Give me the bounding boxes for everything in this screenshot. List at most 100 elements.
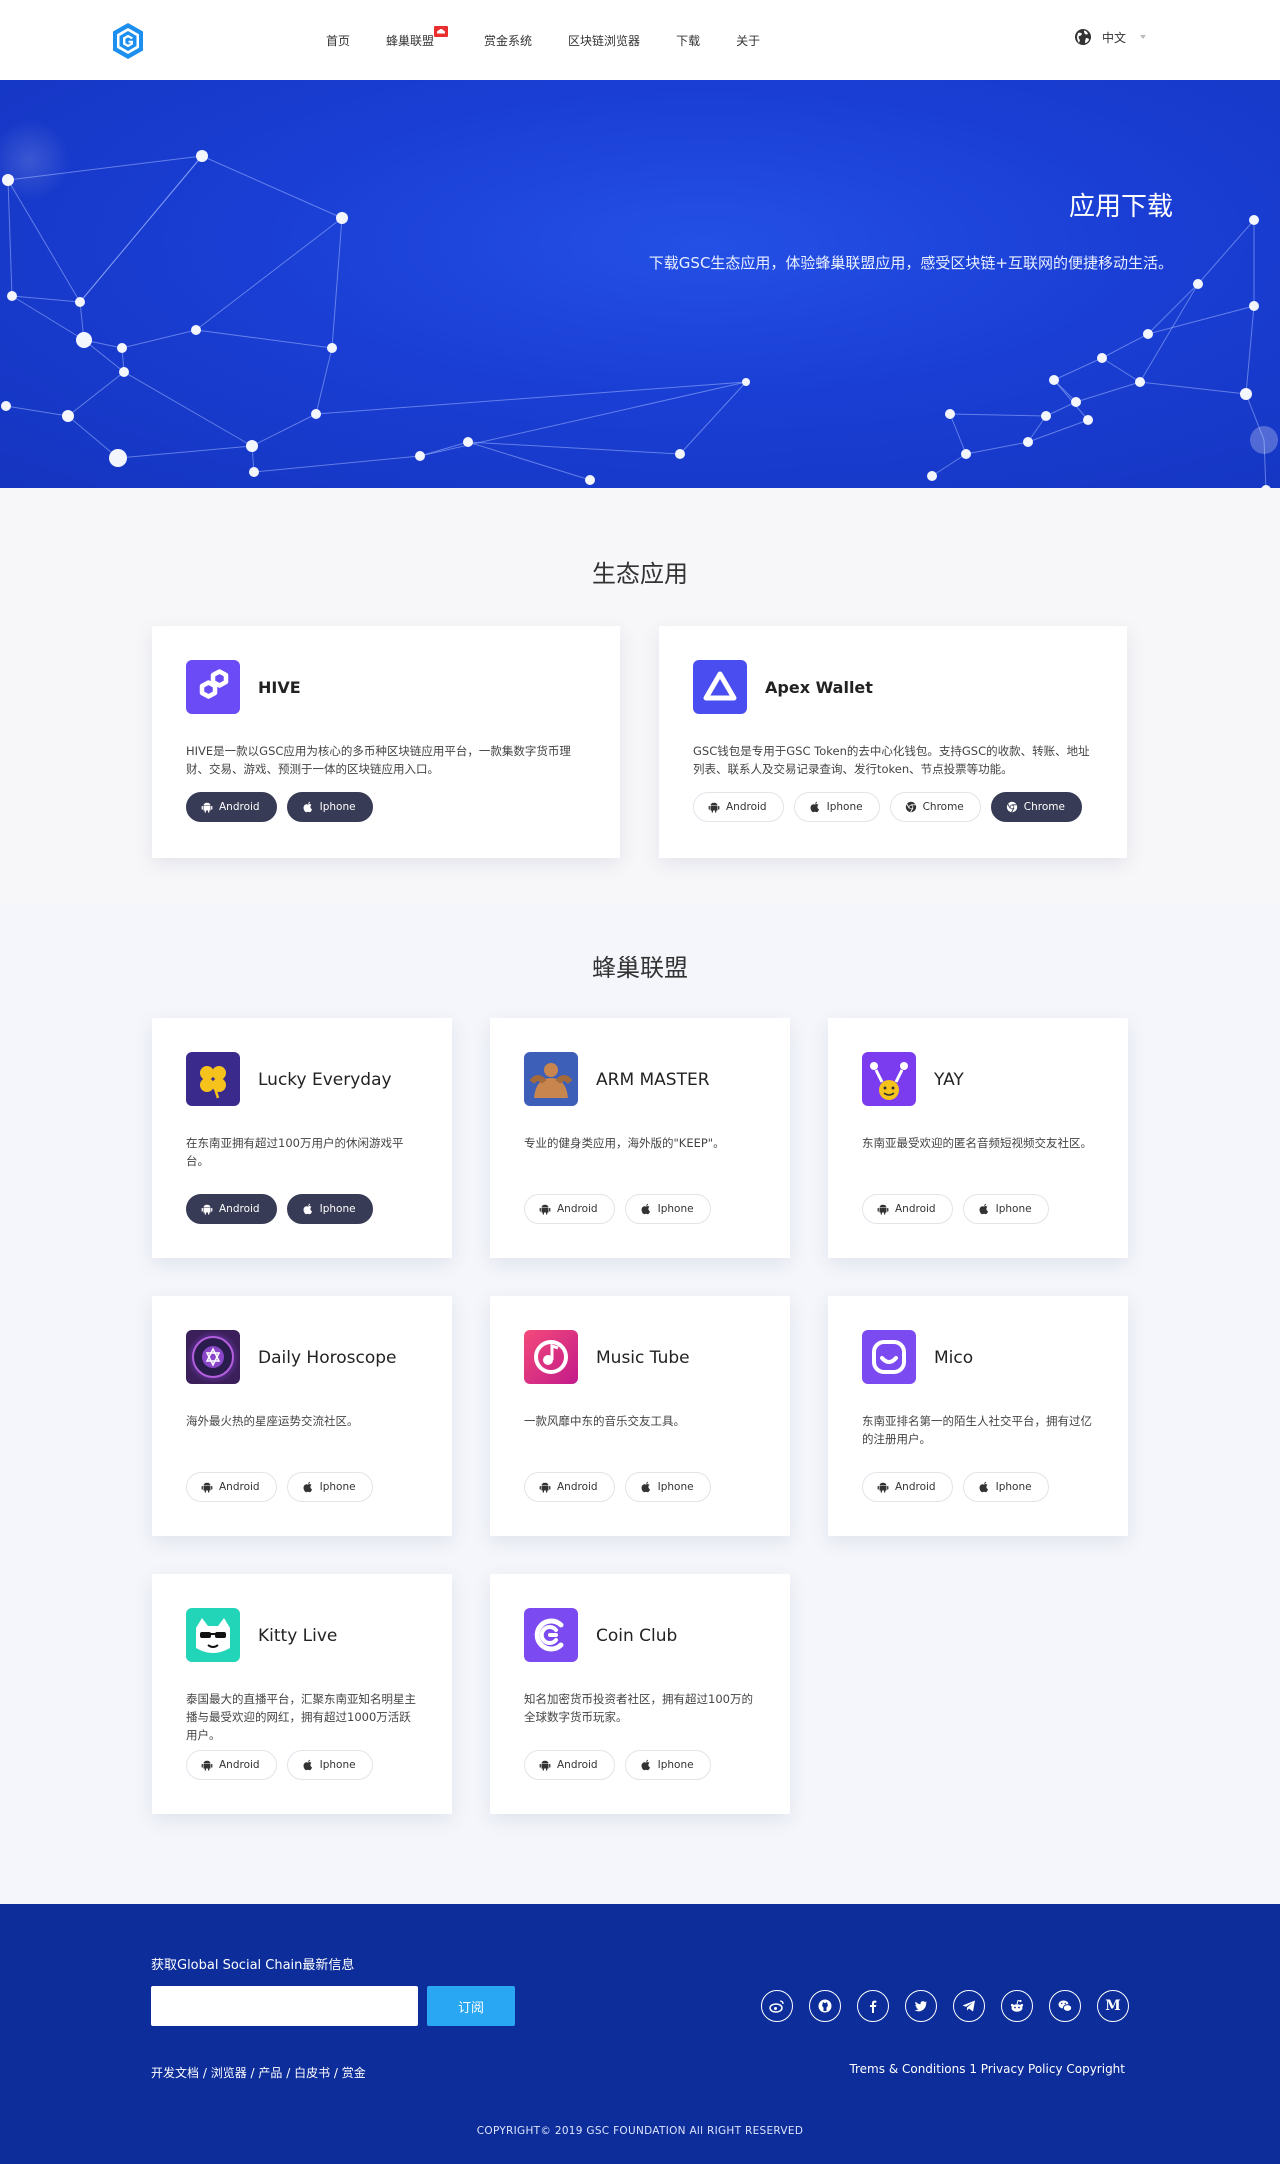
- reddit-icon[interactable]: [1001, 1990, 1033, 2022]
- btn-label: Iphone: [319, 801, 356, 813]
- download-buttons: Android Iphone: [862, 1472, 1059, 1502]
- page: 首页 蜂巢联盟 赏金系统 区块链浏览器 下载 关于 中文 应用下载 下载GSC生…: [0, 0, 1280, 2164]
- app-card-arm-master: ARM MASTER 专业的健身类应用，海外版的"KEEP"。 Android Iph…: [490, 1018, 790, 1258]
- network-node: [119, 367, 129, 377]
- email-subscribe-input[interactable]: [151, 1986, 418, 2026]
- glow-blob: [0, 120, 70, 200]
- link-bounty[interactable]: 赏金: [342, 2066, 366, 2080]
- clover-icon: [186, 1052, 240, 1106]
- chrome-download-button-active[interactable]: Chrome: [990, 792, 1082, 822]
- app-name: Lucky Everyday: [258, 1070, 392, 1090]
- app-card-coin-club: Coin Club 知名加密货币投资者社区，拥有超过100万的全球数字货币玩家。 A…: [490, 1574, 790, 1814]
- app-description: 海外最火热的星座运势交流社区。: [186, 1414, 359, 1428]
- download-buttons: Android Iphone: [186, 1194, 383, 1224]
- network-node: [1097, 353, 1107, 363]
- nav-explorer[interactable]: 区块链浏览器: [568, 32, 640, 49]
- hero-banner: 应用下载 下载GSC生态应用，体验蜂巢联盟应用，感受区块链+互联网的便捷移动生活…: [0, 80, 1280, 488]
- network-line: [931, 453, 967, 477]
- link-explorer[interactable]: 浏览器: [211, 2066, 247, 2080]
- btn-label: Android: [557, 1203, 598, 1215]
- iphone-download-button[interactable]: Iphone: [962, 1194, 1049, 1224]
- language-label: 中文: [1102, 30, 1127, 45]
- btn-label: Android: [726, 801, 767, 813]
- btn-label: Chrome: [922, 801, 964, 813]
- link-dev-docs[interactable]: 开发文档: [151, 2066, 199, 2080]
- terms-links[interactable]: Trems & Conditions 1 Privacy Policy Copy…: [849, 2062, 1125, 2076]
- network-line: [1027, 419, 1089, 443]
- gsc-logo[interactable]: [111, 22, 145, 60]
- hero-subtitle: 下载GSC生态应用，体验蜂巢联盟应用，感受区块链+互联网的便捷移动生活。: [648, 254, 1173, 272]
- footer-links: 开发文档 / 浏览器 / 产品 / 白皮书 / 赏金: [151, 2066, 366, 2080]
- apple-icon: [302, 1481, 314, 1493]
- iphone-download-button[interactable]: Iphone: [286, 792, 373, 822]
- network-node: [336, 212, 348, 224]
- chevron-down-icon: [1140, 35, 1147, 39]
- nav-bounty[interactable]: 赏金系统: [484, 32, 532, 49]
- app-description: 知名加密货币投资者社区，拥有超过100万的全球数字货币玩家。: [524, 1692, 753, 1724]
- nav-hive-alliance[interactable]: 蜂巢联盟: [386, 25, 449, 49]
- iphone-download-button[interactable]: Iphone: [962, 1472, 1049, 1502]
- hot-badge-icon: [434, 25, 449, 37]
- facebook-icon[interactable]: [857, 1990, 889, 2022]
- btn-label: Android: [219, 1481, 260, 1493]
- network-line: [251, 413, 317, 447]
- iphone-download-button[interactable]: Iphone: [624, 1472, 711, 1502]
- network-node: [1193, 279, 1203, 289]
- network-line: [1101, 357, 1141, 383]
- network-node: [1, 401, 11, 411]
- android-download-button[interactable]: Android: [186, 1194, 277, 1224]
- iphone-download-button[interactable]: Iphone: [624, 1750, 711, 1780]
- link-whitepaper[interactable]: 白皮书: [294, 2066, 330, 2080]
- network-node: [1049, 375, 1059, 385]
- medium-icon[interactable]: M: [1097, 1990, 1129, 2022]
- iphone-download-button[interactable]: Iphone: [793, 792, 880, 822]
- network-node: [463, 437, 473, 447]
- android-download-button[interactable]: Android: [524, 1472, 615, 1502]
- subscribe-button[interactable]: 订阅: [427, 1986, 515, 2026]
- copyright: COPYRIGHT© 2019 GSC FOUNDATION All RIGHT…: [476, 2125, 804, 2137]
- telegram-icon[interactable]: [953, 1990, 985, 2022]
- weibo-icon[interactable]: [761, 1990, 793, 2022]
- btn-label: Android: [219, 1759, 260, 1771]
- network-node: [415, 451, 425, 461]
- language-selector[interactable]: 中文: [1074, 28, 1147, 46]
- app-name: Daily Horoscope: [258, 1348, 397, 1368]
- iphone-download-button[interactable]: Iphone: [286, 1750, 373, 1780]
- app-name: HIVE: [258, 678, 301, 697]
- link-products[interactable]: 产品: [258, 2066, 282, 2080]
- app-name: Music Tube: [596, 1348, 690, 1368]
- wechat-icon[interactable]: [1049, 1990, 1081, 2022]
- nav-about[interactable]: 关于: [736, 32, 760, 49]
- network-node: [1240, 388, 1252, 400]
- network-line: [253, 455, 421, 473]
- network-line: [117, 445, 253, 459]
- network-node: [75, 297, 85, 307]
- eco-section-title: 生态应用: [592, 560, 688, 588]
- network-line: [949, 413, 967, 455]
- android-download-button[interactable]: Android: [524, 1750, 615, 1780]
- android-download-button[interactable]: Android: [862, 1194, 953, 1224]
- twitter-icon[interactable]: [905, 1990, 937, 2022]
- app-card-yay: YAY 东南亚最受欢迎的匿名音频短视频交友社区。 Android Iphone: [828, 1018, 1128, 1258]
- app-card-apex-wallet: Apex Wallet GSC钱包是专用于GSC Token的去中心化钱包。支持…: [659, 626, 1127, 858]
- android-download-button[interactable]: Android: [186, 1750, 277, 1780]
- hive-alliance-section-title: 蜂巢联盟: [592, 954, 688, 982]
- android-download-button[interactable]: Android: [862, 1472, 953, 1502]
- nav-home[interactable]: 首页: [326, 32, 350, 49]
- chrome-download-button[interactable]: Chrome: [889, 792, 981, 822]
- apple-icon: [302, 1203, 314, 1215]
- android-download-button[interactable]: Android: [186, 1472, 277, 1502]
- app-description: 专业的健身类应用，海外版的"KEEP"。: [524, 1136, 725, 1150]
- android-icon: [539, 1759, 551, 1771]
- android-download-button[interactable]: Android: [693, 792, 784, 822]
- network-node: [117, 343, 127, 353]
- iphone-download-button[interactable]: Iphone: [624, 1194, 711, 1224]
- nav-download[interactable]: 下载: [676, 32, 700, 49]
- github-icon[interactable]: [809, 1990, 841, 2022]
- bodybuilder-icon: [524, 1052, 578, 1106]
- iphone-download-button[interactable]: Iphone: [286, 1194, 373, 1224]
- apple-icon: [302, 801, 314, 813]
- iphone-download-button[interactable]: Iphone: [286, 1472, 373, 1502]
- android-download-button[interactable]: Android: [524, 1194, 615, 1224]
- android-download-button[interactable]: Android: [186, 792, 277, 822]
